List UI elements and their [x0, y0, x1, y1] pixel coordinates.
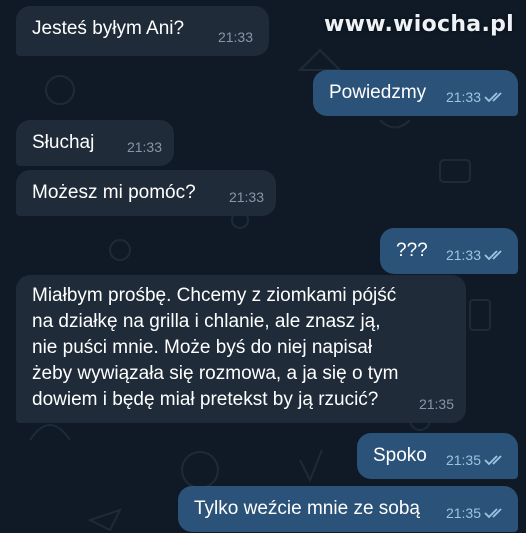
- read-checkmarks-icon: [484, 508, 502, 519]
- message-incoming[interactable]: Miałbym prośbę. Chcemy z ziomkami pójść …: [16, 275, 466, 423]
- message-text: Słuchaj: [32, 132, 95, 153]
- message-time: 21:35: [445, 452, 481, 468]
- message-incoming[interactable]: Możesz mi pomóc? 21:33: [16, 170, 276, 216]
- message-outgoing[interactable]: Spoko 21:35: [357, 433, 518, 479]
- message-meta: 21:35: [419, 391, 454, 417]
- watermark: www.wiocha.pl: [324, 12, 514, 37]
- message-text: Powiedzmy: [329, 82, 427, 103]
- message-time: 21:33: [445, 247, 481, 263]
- message-outgoing[interactable]: ??? 21:33: [380, 228, 518, 274]
- message-text: Tylko weźcie mnie ze sobą: [194, 498, 420, 519]
- message-text: Możesz mi pomóc?: [32, 182, 196, 203]
- message-text: ???: [396, 240, 428, 261]
- message-meta: 21:33: [446, 242, 506, 268]
- message-meta: 21:33: [127, 134, 162, 160]
- message-time: 21:33: [445, 89, 481, 105]
- read-checkmarks-icon: [484, 455, 502, 466]
- message-time: 21:33: [217, 29, 253, 45]
- message-incoming[interactable]: Jesteś byłym Ani? 21:33: [16, 6, 269, 56]
- message-time: 21:33: [228, 189, 264, 205]
- message-time: 21:35: [445, 505, 481, 521]
- read-checkmarks-icon: [484, 92, 502, 103]
- message-outgoing[interactable]: Powiedzmy 21:33: [313, 70, 518, 116]
- message-incoming[interactable]: Słuchaj 21:33: [16, 120, 174, 166]
- read-checkmarks-icon: [484, 250, 502, 261]
- message-meta: 21:33: [218, 24, 253, 50]
- message-time: 21:35: [418, 396, 454, 412]
- message-time: 21:33: [126, 139, 162, 155]
- message-meta: 21:35: [446, 447, 506, 473]
- message-text: Spoko: [373, 445, 427, 466]
- message-meta: 21:35: [446, 500, 506, 526]
- message-text: Miałbym prośbę. Chcemy z ziomkami pójść …: [32, 285, 399, 410]
- message-meta: 21:33: [446, 84, 506, 110]
- message-meta: 21:33: [229, 184, 264, 210]
- message-text: Jesteś byłym Ani?: [32, 18, 185, 39]
- message-outgoing[interactable]: Tylko weźcie mnie ze sobą 21:35: [178, 486, 518, 532]
